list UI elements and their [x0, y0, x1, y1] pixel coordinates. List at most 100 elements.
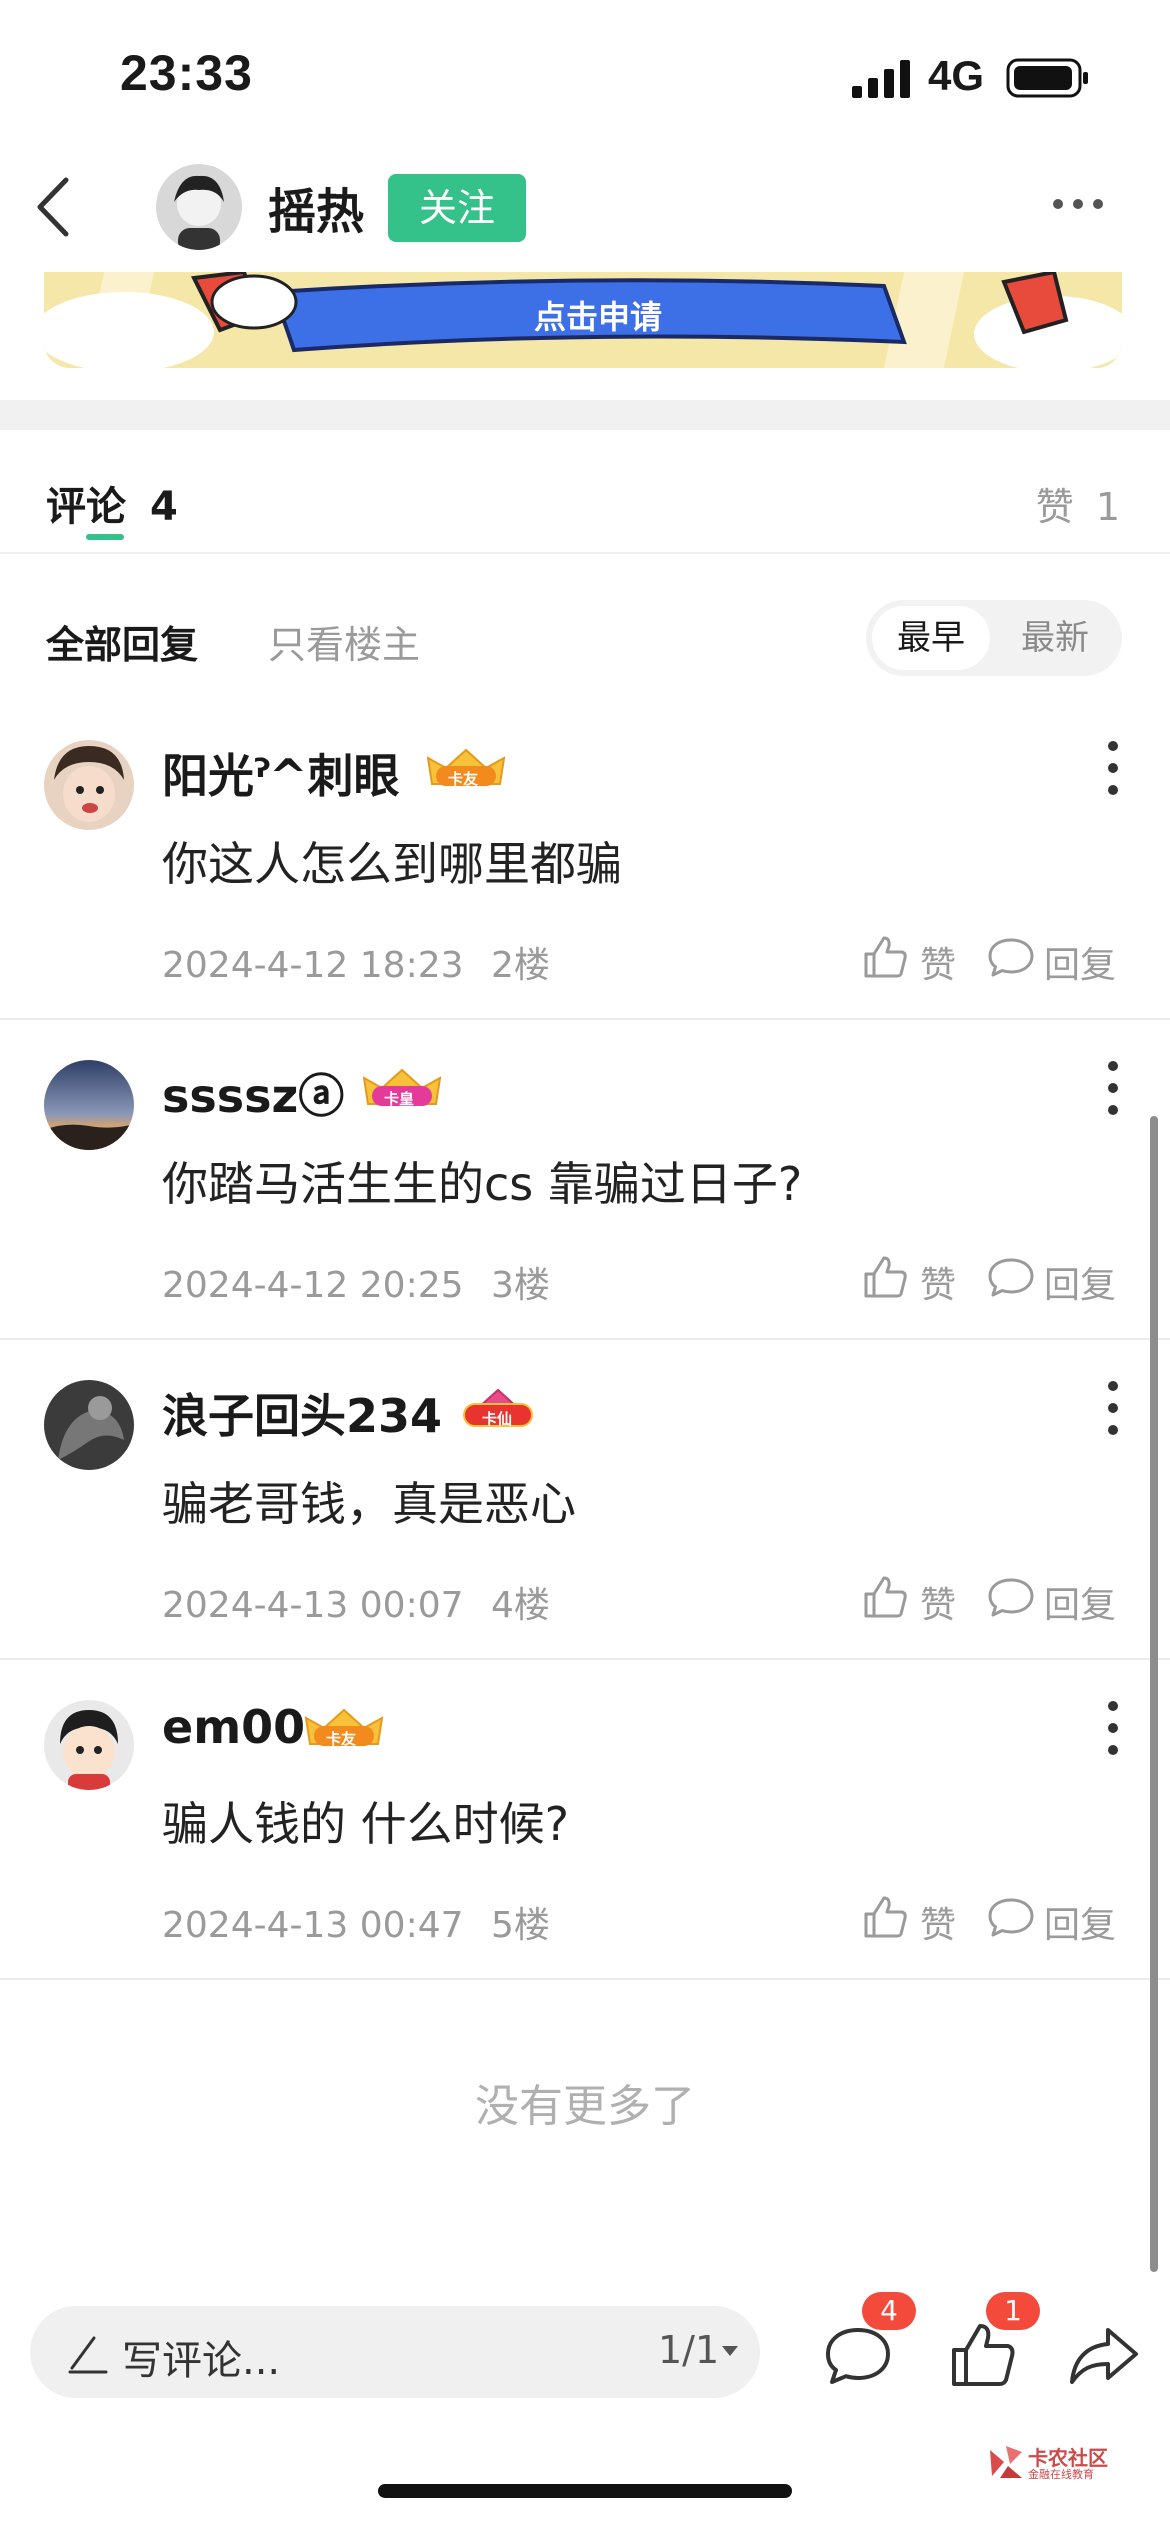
- network-type: 4G: [928, 52, 985, 99]
- filter-all-replies[interactable]: 全部回复: [46, 614, 198, 669]
- like-label: 赞: [920, 945, 957, 986]
- commenter-avatar[interactable]: [44, 740, 134, 830]
- section-divider: [0, 400, 1170, 430]
- like-button[interactable]: 赞: [860, 926, 970, 986]
- comment-meta: 2024-4-12 20:25 3楼: [162, 1256, 566, 1308]
- tab-comments[interactable]: 评论 4: [46, 474, 178, 532]
- filter-owner-only[interactable]: 只看楼主: [268, 614, 420, 669]
- like-label: 赞: [920, 1905, 957, 1946]
- thumbs-up-icon: [864, 1576, 907, 1618]
- commenter-avatar[interactable]: [44, 1380, 134, 1470]
- thumbs-up-icon: [864, 1896, 907, 1938]
- watermark-logo-icon: [990, 2446, 1022, 2478]
- like-label: 赞: [920, 1265, 957, 1306]
- reply-filter: 全部回复 只看楼主 最早 最新: [0, 590, 1170, 686]
- like-button[interactable]: 赞: [860, 1886, 970, 1946]
- tab-active-indicator: [86, 534, 124, 540]
- tab-likes-count: 1: [1095, 485, 1120, 529]
- reply-label: 回复: [1044, 1585, 1117, 1626]
- share-arrow-icon: [1070, 2328, 1138, 2384]
- comment-date: 2024-4-13 00:47: [162, 1905, 464, 1946]
- more-vertical-icon[interactable]: [1100, 738, 1126, 798]
- battery-icon: [1006, 58, 1088, 98]
- tab-bar: 评论 4 赞 1: [0, 430, 1170, 554]
- comment-text: 骗老哥钱，真是恶心: [162, 1477, 576, 1531]
- end-of-list: 没有更多了: [475, 2081, 695, 2132]
- comment-item: em00 卡友 骗人钱的 什么时候? 2024-4-13 00:47 5楼 赞 …: [0, 1660, 1170, 1980]
- more-vertical-icon[interactable]: [1100, 1058, 1126, 1118]
- commenter-name[interactable]: em00: [162, 1700, 305, 1754]
- tab-likes[interactable]: 赞 1: [1036, 476, 1120, 531]
- badge-label: 卡仙: [482, 1410, 513, 1428]
- sort-toggle: 最早 最新: [866, 600, 1122, 676]
- comment-input-placeholder: 写评论...: [122, 2338, 281, 2384]
- badge-label: 卡皇: [384, 1090, 415, 1108]
- commenter-name[interactable]: 阳光ˀ^刺眼: [162, 740, 400, 806]
- comment-date: 2024-4-12 20:25: [162, 1265, 464, 1306]
- pen-icon: [68, 2336, 108, 2374]
- status-time: 23:33: [120, 45, 253, 101]
- page-indicator[interactable]: 1/1: [658, 2328, 719, 2372]
- reply-button[interactable]: 回复: [986, 1886, 1126, 1946]
- comment-item: 阳光ˀ^刺眼 卡友 你这人怎么到哪里都骗 2024-4-12 18:23 2楼 …: [0, 700, 1170, 1020]
- sort-earliest[interactable]: 最早: [872, 606, 990, 670]
- more-vertical-icon[interactable]: [1100, 1698, 1126, 1758]
- watermark-subtitle: 金融在线教育: [1028, 2468, 1094, 2481]
- more-vertical-icon[interactable]: [1100, 1378, 1126, 1438]
- comment-item: 浪子回头234 卡仙 骗老哥钱，真是恶心 2024-4-13 00:07 4楼 …: [0, 1340, 1170, 1660]
- tab-likes-label: 赞: [1035, 485, 1074, 529]
- post-header: 摇热 关注: [0, 150, 1170, 270]
- comment-text: 你这人怎么到哪里都骗: [162, 837, 622, 891]
- comment-meta: 2024-4-13 00:07 4楼: [162, 1576, 566, 1628]
- comment-floor: 4楼: [490, 1585, 550, 1626]
- like-count-badge: 1: [986, 2292, 1040, 2330]
- banner-label: 点击申请: [534, 298, 663, 336]
- comment-input[interactable]: 写评论... 1/1: [30, 2306, 760, 2398]
- like-button[interactable]: 赞: [860, 1246, 970, 1306]
- share-button[interactable]: [1064, 2316, 1144, 2396]
- caret-down-icon: [722, 2346, 738, 2356]
- comment-floor: 2楼: [490, 945, 550, 986]
- promo-banner[interactable]: 点击申请: [44, 272, 1122, 368]
- back-arrow-icon[interactable]: [30, 172, 80, 242]
- like-button[interactable]: 赞: [860, 1566, 970, 1626]
- commenter-avatar[interactable]: [44, 1700, 134, 1790]
- tab-comments-count: 4: [149, 484, 178, 530]
- speech-bubble-icon: [988, 1258, 1034, 1297]
- follow-button[interactable]: 关注: [388, 174, 526, 242]
- reply-button[interactable]: 回复: [986, 926, 1126, 986]
- comment-date: 2024-4-13 00:07: [162, 1585, 464, 1626]
- comment-floor: 5楼: [490, 1905, 550, 1946]
- comment-floor: 3楼: [490, 1265, 550, 1306]
- reply-label: 回复: [1044, 945, 1117, 986]
- reply-label: 回复: [1044, 1905, 1117, 1946]
- scrollbar[interactable]: [1150, 1116, 1158, 2272]
- more-options-icon[interactable]: [1050, 192, 1106, 216]
- commenter-avatar[interactable]: [44, 1060, 134, 1150]
- home-indicator[interactable]: [378, 2484, 792, 2498]
- comment-date: 2024-4-12 18:23: [162, 945, 464, 986]
- author-avatar[interactable]: [156, 164, 242, 250]
- speech-bubble-icon: [988, 1578, 1034, 1617]
- comment-item: sssszⓐ 卡皇 你踏马活生生的cs 靠骗过日子? 2024-4-12 20:…: [0, 1020, 1170, 1340]
- comment-text: 你踏马活生生的cs 靠骗过日子?: [162, 1157, 803, 1211]
- status-bar: 23:33 4G: [0, 0, 1170, 150]
- commenter-name[interactable]: sssszⓐ: [162, 1060, 344, 1126]
- author-name[interactable]: 摇热: [268, 172, 364, 242]
- watermark: 卡农社区 金融在线教育: [986, 2442, 1110, 2484]
- comment-meta: 2024-4-13 00:47 5楼: [162, 1896, 566, 1948]
- reply-label: 回复: [1044, 1265, 1117, 1306]
- sort-latest[interactable]: 最新: [996, 606, 1114, 670]
- comment-meta: 2024-4-12 18:23 2楼: [162, 936, 566, 988]
- badge-label: 卡友: [448, 770, 479, 788]
- thumbs-up-icon: [864, 1256, 907, 1298]
- reply-button[interactable]: 回复: [986, 1246, 1126, 1306]
- speech-bubble-icon: [988, 938, 1034, 977]
- speech-bubble-icon: [988, 1898, 1034, 1937]
- comment-text: 骗人钱的 什么时候?: [162, 1797, 570, 1851]
- commenter-name[interactable]: 浪子回头234: [162, 1380, 442, 1446]
- comment-count-badge: 4: [862, 2292, 916, 2330]
- tab-comments-label: 评论: [46, 484, 126, 530]
- thumbs-up-icon: [864, 936, 907, 978]
- reply-button[interactable]: 回复: [986, 1566, 1126, 1626]
